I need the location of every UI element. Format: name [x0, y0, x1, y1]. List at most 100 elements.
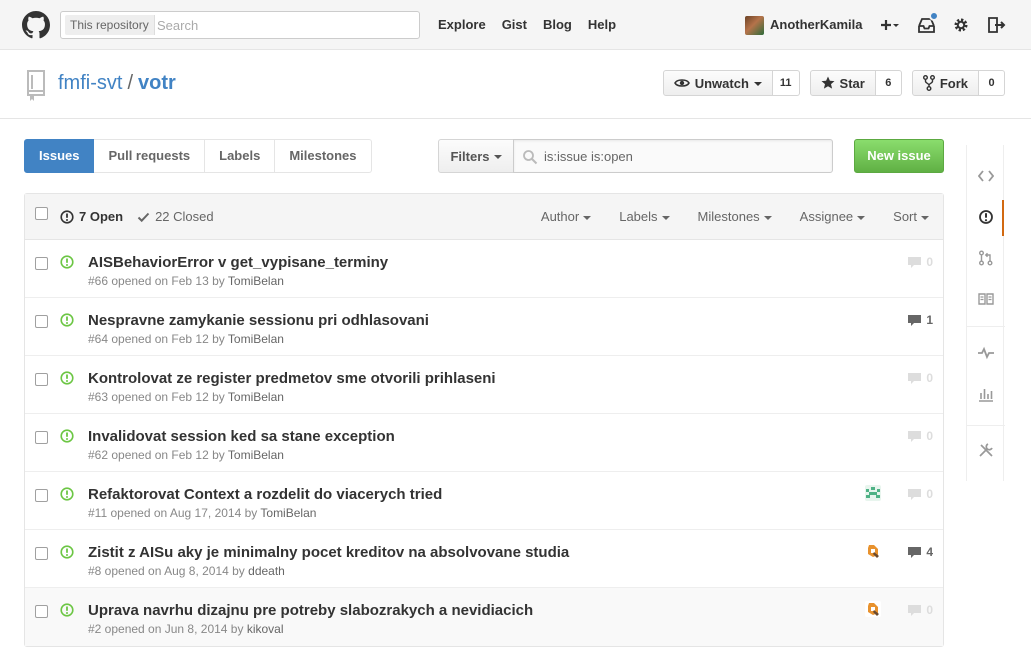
unwatch-button[interactable]: Unwatch: [662, 70, 773, 96]
issue-comments-link[interactable]: 0: [907, 255, 933, 269]
chevron-down-icon: [493, 155, 502, 159]
issue-states: 7 Open 22 Closed: [60, 209, 214, 224]
subnav-issues[interactable]: Issues: [24, 139, 95, 173]
github-logo-icon[interactable]: [22, 11, 50, 39]
issue-author-link[interactable]: kikoval: [247, 622, 284, 636]
site-search[interactable]: This repository: [60, 11, 420, 39]
stargazers-count[interactable]: 6: [875, 70, 902, 96]
subnav-labels[interactable]: Labels: [205, 139, 276, 173]
issue-title-link[interactable]: Invalidovat session ked sa stane excepti…: [88, 428, 395, 445]
issue-filter-field[interactable]: [513, 139, 833, 173]
issue-author-link[interactable]: TomiBelan: [228, 332, 284, 346]
sort-filter[interactable]: Sort: [893, 209, 929, 224]
settings-tools-icon[interactable]: [978, 442, 994, 458]
chevron-down-icon: [921, 215, 929, 220]
assignee-filter[interactable]: Assignee: [800, 209, 866, 224]
fork-icon: [922, 75, 935, 91]
unwatch-label: Unwatch: [694, 75, 749, 91]
issue-title-link[interactable]: Zistit z AISu aky je minimalny pocet kre…: [88, 544, 569, 561]
issue-checkbox[interactable]: [35, 431, 48, 444]
issue-author-link[interactable]: TomiBelan: [228, 390, 284, 404]
issue-comments-link[interactable]: 0: [907, 487, 933, 501]
issue-checkbox[interactable]: [35, 315, 48, 328]
forks-count[interactable]: 0: [979, 70, 1005, 96]
nav-explore[interactable]: Explore: [438, 17, 486, 32]
issue-filter-input[interactable]: [544, 146, 824, 166]
watchers-count[interactable]: 11: [772, 70, 800, 96]
issue-title-link[interactable]: Kontrolovat ze register predmetov sme ot…: [88, 370, 496, 387]
subnav-pull-requests[interactable]: Pull requests: [94, 139, 206, 173]
assignee-avatar[interactable]: [865, 485, 881, 501]
issue-opened-icon: [60, 487, 74, 501]
issue-title-link[interactable]: Nespravne zamykanie sessionu pri odhlaso…: [88, 312, 429, 329]
star-button[interactable]: Star: [809, 70, 876, 96]
nav-gist[interactable]: Gist: [502, 17, 527, 32]
nav-help[interactable]: Help: [588, 17, 616, 32]
issue-title-link[interactable]: Uprava navrhu dizajnu pre potreby slaboz…: [88, 602, 533, 619]
issue-author-link[interactable]: TomiBelan: [228, 448, 284, 462]
issue-meta-text: #66 opened on Feb 13 by: [88, 274, 228, 288]
subnav-milestones[interactable]: Milestones: [275, 139, 372, 173]
code-icon[interactable]: [978, 168, 994, 184]
watch-group: Unwatch 11: [662, 70, 800, 96]
issues-icon[interactable]: [978, 209, 994, 225]
comment-icon: [908, 546, 922, 558]
issue-row[interactable]: Zistit z AISu aky je minimalny pocet kre…: [25, 530, 943, 588]
user-avatar[interactable]: [745, 16, 764, 35]
issue-row[interactable]: Uprava navrhu dizajnu pre potreby slaboz…: [25, 588, 943, 646]
pull-requests-icon[interactable]: [978, 250, 994, 266]
issue-comments-link[interactable]: 1: [907, 313, 933, 327]
fork-button[interactable]: Fork: [911, 70, 979, 96]
issue-comments-link[interactable]: 0: [907, 429, 933, 443]
create-new-plus-icon[interactable]: [878, 14, 900, 36]
chevron-down-icon: [583, 215, 592, 220]
filters-dropdown-button[interactable]: Filters: [438, 139, 514, 173]
star-icon: [821, 76, 835, 89]
issue-opened-icon: [60, 313, 74, 327]
issue-comments-link[interactable]: 4: [907, 545, 933, 559]
repo-sidebar-nav: [966, 145, 1005, 481]
issue-title-link[interactable]: AISBehaviorError v get_vypisane_terminy: [88, 254, 388, 271]
issue-row[interactable]: Kontrolovat ze register predmetov sme ot…: [25, 356, 943, 414]
issue-row[interactable]: Nespravne zamykanie sessionu pri odhlaso…: [25, 298, 943, 356]
graphs-icon[interactable]: [978, 386, 994, 402]
issue-checkbox[interactable]: [35, 547, 48, 560]
issue-meta: #63 opened on Feb 12 by TomiBelan: [88, 390, 284, 404]
author-filter[interactable]: Author: [541, 209, 592, 224]
labels-filter[interactable]: Labels: [619, 209, 670, 224]
repo-owner-link[interactable]: fmfi-svt: [58, 72, 122, 94]
issue-author-link[interactable]: TomiBelan: [260, 506, 316, 520]
wiki-icon[interactable]: [978, 291, 994, 307]
assignee-avatar[interactable]: [865, 601, 881, 617]
username-link[interactable]: AnotherKamila: [770, 17, 862, 32]
comment-icon: [908, 314, 922, 326]
issue-comments-link[interactable]: 0: [907, 603, 933, 617]
issue-title-link[interactable]: Refaktorovat Context a rozdelit do viace…: [88, 486, 442, 503]
issue-checkbox[interactable]: [35, 605, 48, 618]
search-input[interactable]: [157, 15, 412, 35]
pulse-icon[interactable]: [978, 345, 994, 361]
select-all-checkbox[interactable]: [35, 207, 48, 220]
issue-checkbox[interactable]: [35, 373, 48, 386]
milestones-filter[interactable]: Milestones: [698, 209, 772, 224]
issue-opened-icon: [60, 429, 74, 443]
issue-row[interactable]: AISBehaviorError v get_vypisane_terminy …: [25, 240, 943, 298]
comment-count: 1: [926, 313, 933, 327]
comment-count: 0: [926, 487, 933, 501]
closed-issues-link[interactable]: 22 Closed: [137, 209, 214, 224]
settings-gear-icon[interactable]: [950, 14, 972, 36]
issue-author-link[interactable]: TomiBelan: [228, 274, 284, 288]
open-issues-link[interactable]: 7 Open: [60, 209, 123, 224]
issue-comments-link[interactable]: 0: [907, 371, 933, 385]
issue-row[interactable]: Refaktorovat Context a rozdelit do viace…: [25, 472, 943, 530]
repo-name-link[interactable]: votr: [138, 72, 176, 94]
issue-row[interactable]: Invalidovat session ked sa stane excepti…: [25, 414, 943, 472]
issue-checkbox[interactable]: [35, 257, 48, 270]
sign-out-icon[interactable]: [985, 14, 1007, 36]
nav-blog[interactable]: Blog: [543, 17, 572, 32]
issue-checkbox[interactable]: [35, 489, 48, 502]
issue-author-link[interactable]: ddeath: [248, 564, 285, 578]
assignee-avatar[interactable]: [865, 543, 881, 559]
issue-opened-icon: [60, 371, 74, 385]
new-issue-button[interactable]: New issue: [854, 139, 944, 173]
